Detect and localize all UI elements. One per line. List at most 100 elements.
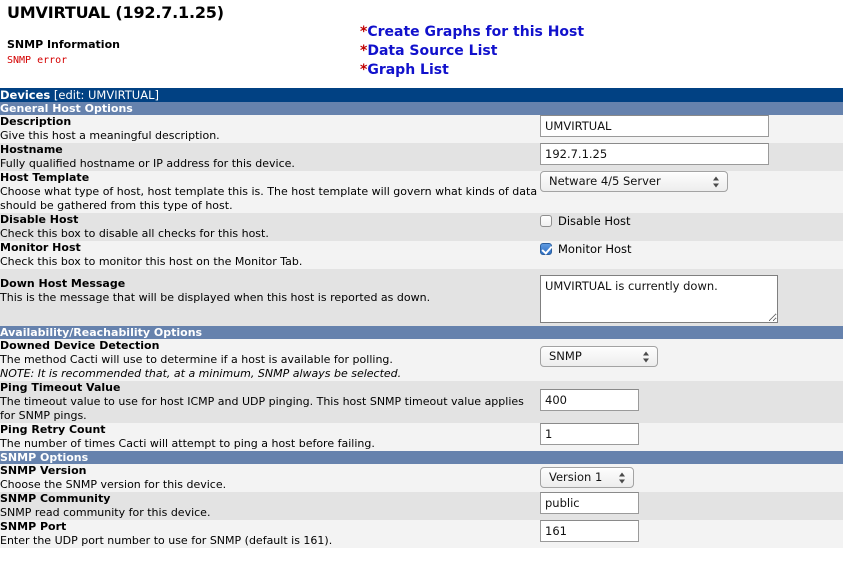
snmp-community-label: SNMP Community [0,492,111,505]
snmp-community-input[interactable] [540,492,639,514]
host-template-label: Host Template [0,171,90,184]
downed-device-detection-field-cell: SNMP [540,339,843,381]
down-host-message-field-cell: UMVIRTUAL is currently down. [540,269,843,326]
description-label: Description [0,115,72,128]
action-link-row: *Graph List [360,61,584,80]
host-template-select[interactable]: Netware 4/5 Server [540,171,728,192]
disable-host-checkbox[interactable] [540,215,552,227]
monitor-host-label-cell: Monitor Host Check this box to monitor t… [0,241,540,269]
hostname-label-cell: Hostname Fully qualified hostname or IP … [0,143,540,171]
section-header-availability: Availability/Reachability Options [0,326,843,339]
disable-host-checkbox-label: Disable Host [558,214,631,228]
ping-timeout-help: The timeout value to use for host ICMP a… [0,395,524,422]
disable-host-help: Check this box to disable all checks for… [0,227,269,240]
row-down-host-message: Down Host Message This is the message th… [0,269,843,326]
snmp-community-label-cell: SNMP Community SNMP read community for t… [0,492,540,520]
disable-host-checkbox-row[interactable]: Disable Host [540,213,843,229]
ping-retry-label-cell: Ping Retry Count The number of times Cac… [0,423,540,451]
snmp-community-field-cell [540,492,843,520]
host-template-select-value: Netware 4/5 Server [549,174,661,188]
host-template-label-cell: Host Template Choose what type of host, … [0,171,540,213]
row-snmp-port: SNMP Port Enter the UDP port number to u… [0,520,843,548]
snmp-version-label-cell: SNMP Version Choose the SNMP version for… [0,464,540,492]
snmp-version-select[interactable]: Version 1 [540,467,634,488]
down-host-message-help: This is the message that will be display… [0,291,431,304]
disable-host-field-cell: Disable Host [540,213,843,241]
hostname-help: Fully qualified hostname or IP address f… [0,157,295,170]
row-disable-host: Disable Host Check this box to disable a… [0,213,843,241]
description-input[interactable] [540,115,769,137]
host-template-help: Choose what type of host, host template … [0,185,538,212]
ping-timeout-input[interactable] [540,389,639,411]
device-edit-form: Devices [edit: UMVIRTUAL] General Host O… [0,88,843,548]
action-link-row: *Data Source List [360,42,584,61]
snmp-port-help: Enter the UDP port number to use for SNM… [0,534,333,547]
monitor-host-checkbox[interactable] [540,243,552,255]
section-header-snmp: SNMP Options [0,451,843,464]
downed-device-detection-help: The method Cacti will use to determine i… [0,353,393,366]
section-header-general-row: General Host Options [0,102,843,115]
snmp-version-select-value: Version 1 [549,470,603,484]
ping-retry-label: Ping Retry Count [0,423,106,436]
devices-titlebar-subtitle: [edit: UMVIRTUAL] [53,88,159,102]
snmp-port-label: SNMP Port [0,520,67,533]
downed-device-detection-label: Downed Device Detection [0,339,160,352]
hostname-field-cell [540,143,843,171]
hostname-input[interactable] [540,143,769,165]
action-link-row: *Create Graphs for this Host [360,23,584,42]
disable-host-label-cell: Disable Host Check this box to disable a… [0,213,540,241]
section-header-availability-row: Availability/Reachability Options [0,326,843,339]
downed-device-detection-select[interactable]: SNMP [540,346,658,367]
snmp-port-label-cell: SNMP Port Enter the UDP port number to u… [0,520,540,548]
action-links-list: *Create Graphs for this Host *Data Sourc… [360,23,584,80]
ping-timeout-label-cell: Ping Timeout Value The timeout value to … [0,381,540,423]
snmp-information-block: SNMP Information SNMP error [7,38,120,68]
snmp-error-message: SNMP error [7,55,68,66]
host-template-field-cell: Netware 4/5 Server [540,171,843,213]
description-help: Give this host a meaningful description. [0,129,220,142]
data-source-list-link[interactable]: Data Source List [367,43,497,59]
disable-host-label: Disable Host [0,213,79,226]
ping-retry-input[interactable] [540,423,639,445]
stepper-arrows-icon [619,471,626,484]
row-hostname: Hostname Fully qualified hostname or IP … [0,143,843,171]
row-snmp-version: SNMP Version Choose the SNMP version for… [0,464,843,492]
row-ping-retry: Ping Retry Count The number of times Cac… [0,423,843,451]
down-host-message-label-cell: Down Host Message This is the message th… [0,269,540,326]
description-field-cell [540,115,843,143]
row-downed-device-detection: Downed Device Detection The method Cacti… [0,339,843,381]
page-header: UMVIRTUAL (192.7.1.25) SNMP Information … [0,0,843,88]
down-host-message-textarea[interactable]: UMVIRTUAL is currently down. [540,275,778,323]
monitor-host-field-cell: Monitor Host [540,241,843,269]
monitor-host-help: Check this box to monitor this host on t… [0,255,303,268]
row-monitor-host: Monitor Host Check this box to monitor t… [0,241,843,269]
row-ping-timeout: Ping Timeout Value The timeout value to … [0,381,843,423]
monitor-host-checkbox-row[interactable]: Monitor Host [540,241,843,257]
snmp-port-input[interactable] [540,520,639,542]
row-snmp-community: SNMP Community SNMP read community for t… [0,492,843,520]
monitor-host-label: Monitor Host [0,241,81,254]
graph-list-link[interactable]: Graph List [367,62,448,78]
snmp-version-help: Choose the SNMP version for this device. [0,478,227,491]
ping-timeout-field-cell [540,381,843,423]
snmp-community-help: SNMP read community for this device. [0,506,211,519]
hostname-label: Hostname [0,143,63,156]
devices-titlebar-title: Devices [0,88,51,102]
stepper-arrows-icon [643,350,650,363]
page-title: UMVIRTUAL (192.7.1.25) [7,3,224,22]
ping-retry-help: The number of times Cacti will attempt t… [0,437,375,450]
row-host-template: Host Template Choose what type of host, … [0,171,843,213]
downed-device-detection-note: NOTE: It is recommended that, at a minim… [0,367,402,380]
create-graphs-link[interactable]: Create Graphs for this Host [367,24,584,40]
snmp-version-label: SNMP Version [0,464,87,477]
devices-titlebar-row: Devices [edit: UMVIRTUAL] [0,88,843,102]
ping-retry-field-cell [540,423,843,451]
snmp-information-heading: SNMP Information [7,38,120,51]
down-host-message-label: Down Host Message [0,277,126,290]
monitor-host-checkbox-label: Monitor Host [558,242,632,256]
ping-timeout-label: Ping Timeout Value [0,381,121,394]
snmp-version-field-cell: Version 1 [540,464,843,492]
description-label-cell: Description Give this host a meaningful … [0,115,540,143]
stepper-arrows-icon [713,175,720,188]
downed-device-detection-select-value: SNMP [549,349,582,363]
